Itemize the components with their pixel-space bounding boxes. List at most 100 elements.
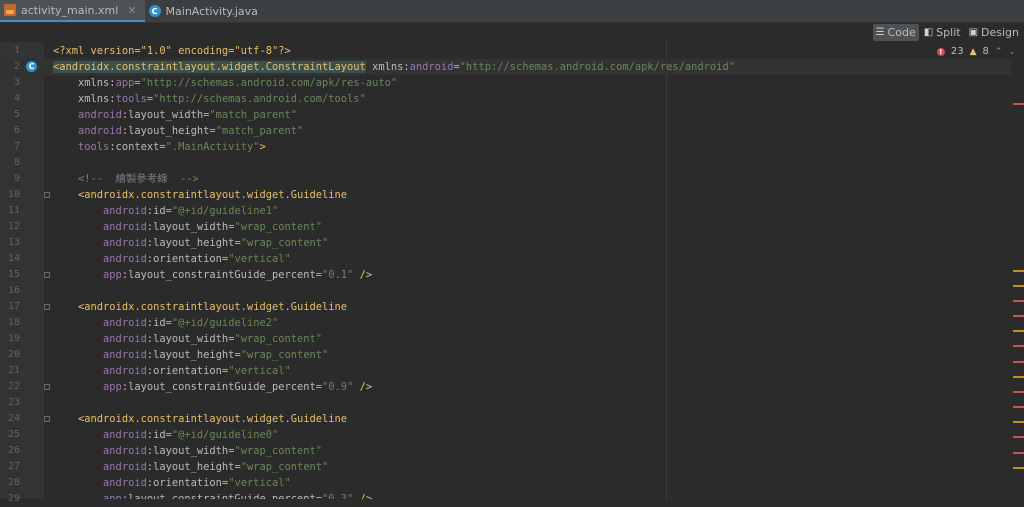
split-view-button[interactable]: ◧ Split bbox=[921, 24, 964, 41]
code-token: android bbox=[103, 237, 147, 249]
fold-marker-icon[interactable] bbox=[44, 384, 50, 390]
fold-marker-icon[interactable] bbox=[44, 416, 50, 422]
code-token: android bbox=[409, 61, 454, 73]
code-token: app bbox=[103, 381, 122, 393]
code-line[interactable]: android:id="@+id/guideline2" bbox=[44, 315, 1011, 331]
line-number: 28 bbox=[7, 477, 20, 488]
gutter-row: 23 bbox=[0, 395, 44, 411]
code-line[interactable]: android:layout_width="wrap_content" bbox=[44, 219, 1011, 235]
warning-stripe-mark[interactable] bbox=[1013, 421, 1024, 423]
warning-icon: ▲ bbox=[969, 46, 977, 57]
code-line[interactable]: <?xml version="1.0" encoding="utf-8"?> bbox=[44, 43, 1011, 59]
design-view-button[interactable]: ▣ Design bbox=[966, 24, 1022, 41]
code-line[interactable]: android:layout_width="match_parent" bbox=[44, 107, 1011, 123]
gutter-row: 6 bbox=[0, 123, 44, 139]
code-line[interactable]: android:layout_width="wrap_content" bbox=[44, 331, 1011, 347]
code-line[interactable]: <androidx.constraintlayout.widget.Guidel… bbox=[44, 411, 1011, 427]
close-icon[interactable]: ✕ bbox=[127, 4, 136, 17]
code-token: "wrap_content" bbox=[234, 445, 323, 457]
code-line[interactable] bbox=[44, 395, 1011, 411]
code-token: android bbox=[103, 333, 147, 345]
code-view-button[interactable]: ☰ Code bbox=[872, 24, 919, 41]
error-stripe-mark[interactable] bbox=[1013, 452, 1024, 454]
error-stripe-mark[interactable] bbox=[1013, 361, 1024, 363]
code-line[interactable]: android:id="@+id/guideline0" bbox=[44, 427, 1011, 443]
error-stripe-mark[interactable] bbox=[1013, 103, 1024, 105]
code-text: android:layout_width="wrap_content" bbox=[53, 219, 322, 235]
code-line[interactable]: android:orientation="vertical" bbox=[44, 251, 1011, 267]
warning-stripe-mark[interactable] bbox=[1013, 270, 1024, 272]
warning-stripe-mark[interactable] bbox=[1013, 285, 1024, 287]
tab-label: MainActivity.java bbox=[165, 4, 258, 18]
code-line[interactable]: <androidx.constraintlayout.widget.Guidel… bbox=[44, 187, 1011, 203]
error-stripe-mark[interactable] bbox=[1013, 300, 1024, 302]
gutter-row: 5 bbox=[0, 107, 44, 123]
line-number: 6 bbox=[13, 125, 20, 136]
code-token: :orientation bbox=[146, 477, 222, 489]
code-view-label: Code bbox=[887, 26, 916, 39]
fold-marker-icon[interactable] bbox=[44, 304, 50, 310]
code-text: android:id="@+id/guideline2" bbox=[53, 315, 278, 331]
design-view-icon: ▣ bbox=[968, 27, 979, 38]
code-line[interactable]: <!-- 繪製參考線 --> bbox=[44, 171, 1011, 187]
error-stripe-mark[interactable] bbox=[1013, 406, 1024, 408]
code-token: "0.9" bbox=[322, 381, 354, 393]
code-text: android:layout_width="wrap_content" bbox=[53, 443, 322, 459]
line-number: 11 bbox=[7, 205, 20, 216]
fold-marker-icon[interactable] bbox=[44, 272, 50, 278]
code-line[interactable]: app:layout_constraintGuide_percent="0.1"… bbox=[44, 267, 1011, 283]
code-token: <androidx.constraintlayout.widget.Constr… bbox=[53, 61, 366, 73]
code-line[interactable]: android:layout_height="wrap_content" bbox=[44, 459, 1011, 475]
code-line[interactable]: <androidx.constraintlayout.widget.Guidel… bbox=[44, 299, 1011, 315]
code-view-icon: ☰ bbox=[875, 27, 885, 38]
code-line[interactable]: xmlns:app="http://schemas.android.com/ap… bbox=[44, 75, 1011, 91]
code-token: android bbox=[103, 477, 147, 489]
warning-stripe-mark[interactable] bbox=[1013, 330, 1024, 332]
code-line[interactable]: android:layout_height="wrap_content" bbox=[44, 347, 1011, 363]
error-stripe-mark[interactable] bbox=[1013, 391, 1024, 393]
error-stripe-mark[interactable] bbox=[1013, 345, 1024, 347]
line-number: 4 bbox=[13, 93, 20, 104]
code-token: /> bbox=[359, 493, 373, 499]
chevron-up-icon[interactable]: ⌃ bbox=[995, 47, 1003, 57]
line-number: 21 bbox=[7, 365, 20, 376]
fold-marker-icon[interactable] bbox=[44, 192, 50, 198]
code-line[interactable]: app:layout_constraintGuide_percent="0.9"… bbox=[44, 379, 1011, 395]
tab-activity-main-xml[interactable]: activity_main.xml ✕ bbox=[0, 0, 145, 22]
code-line[interactable]: android:layout_width="wrap_content" bbox=[44, 443, 1011, 459]
warning-stripe-mark[interactable] bbox=[1013, 376, 1024, 378]
code-token: app bbox=[115, 77, 135, 89]
gutter-row: 9 bbox=[0, 171, 44, 187]
code-token: android bbox=[103, 461, 147, 473]
code-line[interactable]: android:orientation="vertical" bbox=[44, 475, 1011, 491]
code-text: <androidx.constraintlayout.widget.Guidel… bbox=[53, 411, 347, 427]
code-line[interactable] bbox=[44, 283, 1011, 299]
editor-tab-bar: activity_main.xml ✕ C MainActivity.java bbox=[0, 0, 1024, 23]
warning-stripe-mark[interactable] bbox=[1013, 467, 1024, 469]
code-line[interactable]: android:id="@+id/guideline1" bbox=[44, 203, 1011, 219]
code-editor[interactable]: <?xml version="1.0" encoding="utf-8"?> <a… bbox=[44, 42, 1011, 499]
line-number: 26 bbox=[7, 445, 20, 456]
code-line[interactable]: <androidx.constraintlayout.widget.Constr… bbox=[44, 59, 1011, 75]
error-stripe-mark[interactable] bbox=[1013, 436, 1024, 438]
code-line[interactable]: android:orientation="vertical" bbox=[44, 363, 1011, 379]
code-token: android bbox=[78, 125, 122, 137]
inspection-widget[interactable]: ! 23 ▲ 8 ⌃ ⌄ bbox=[936, 46, 1016, 57]
error-stripe-mark[interactable] bbox=[1013, 315, 1024, 317]
code-token: "http://schemas.android.com/tools" bbox=[153, 93, 366, 105]
error-stripe[interactable] bbox=[1013, 42, 1024, 499]
code-line[interactable]: tools:context=".MainActivity"> bbox=[44, 139, 1011, 155]
tab-mainactivity-java[interactable]: C MainActivity.java bbox=[145, 0, 266, 22]
code-token: android bbox=[103, 205, 147, 217]
class-gutter-icon[interactable]: C bbox=[26, 61, 37, 72]
code-line[interactable]: app:layout_constraintGuide_percent="0.3"… bbox=[44, 491, 1011, 499]
code-line[interactable]: android:layout_height="match_parent" bbox=[44, 123, 1011, 139]
line-number: 5 bbox=[13, 109, 20, 120]
gutter-row: 4 bbox=[0, 91, 44, 107]
code-line[interactable]: xmlns:tools="http://schemas.android.com/… bbox=[44, 91, 1011, 107]
code-token: :layout_height bbox=[146, 237, 235, 249]
code-line[interactable]: android:layout_height="wrap_content" bbox=[44, 235, 1011, 251]
code-line[interactable] bbox=[44, 155, 1011, 171]
